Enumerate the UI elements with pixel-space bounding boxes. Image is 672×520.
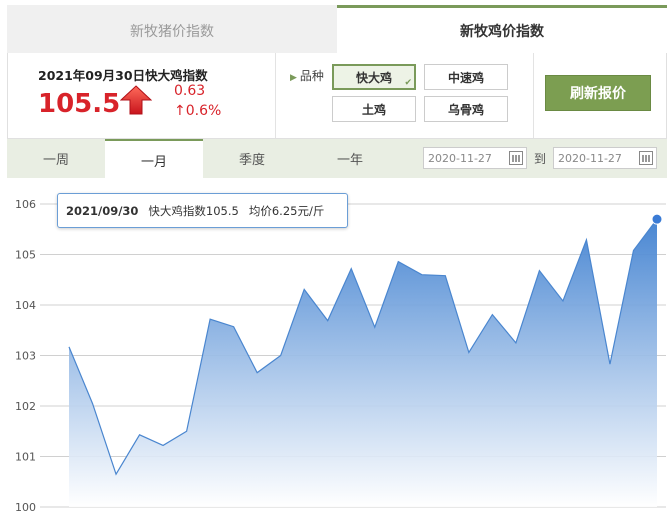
tab-chicken-index[interactable]: 新牧鸡价指数	[337, 5, 667, 53]
index-value: 105.5	[38, 89, 121, 119]
tab-week[interactable]: 一周	[7, 139, 105, 178]
refresh-price-button[interactable]: 刷新报价	[545, 75, 651, 111]
start-date-input[interactable]: 2020-11-27	[423, 147, 527, 169]
tooltip-date: 2021/09/30	[66, 203, 139, 218]
triangle-right-icon: ▶	[290, 73, 297, 83]
tab-quarter[interactable]: 季度	[203, 139, 301, 178]
index-change: 0.63	[174, 83, 206, 99]
y-tick-label: 102	[15, 400, 36, 413]
variety-option-wuguji[interactable]: 乌骨鸡	[424, 96, 508, 122]
date-range-separator: 到	[534, 152, 547, 166]
up-arrow-icon	[120, 85, 152, 115]
variety-option-tuji[interactable]: 土鸡	[332, 96, 416, 122]
index-title: 2021年09月30日快大鸡指数	[38, 68, 208, 83]
y-tick-label: 101	[15, 451, 36, 464]
tab-month[interactable]: 一月	[105, 139, 203, 180]
tab-year[interactable]: 一年	[301, 139, 399, 178]
period-tabs: 一周 一月 季度 一年 2020-11-27 到 2020-11-27	[7, 139, 667, 180]
index-tabs: 新牧猪价指数 新牧鸡价指数	[7, 5, 667, 53]
tooltip-price: 均价6.25元/斤	[248, 203, 325, 218]
tooltip-index: 快大鸡指数105.5	[148, 203, 239, 218]
calendar-icon[interactable]	[509, 151, 523, 165]
y-tick-label: 105	[15, 249, 36, 262]
y-tick-label: 100	[15, 501, 36, 514]
data-point-highlight	[651, 213, 663, 225]
index-change-percent: ↑0.6%	[174, 103, 222, 119]
variety-option-kuaidaji[interactable]: 快大鸡 ✔	[332, 64, 416, 90]
chart-tooltip: 2021/09/30 快大鸡指数105.5 均价6.25元/斤	[57, 193, 348, 228]
check-icon: ✔	[404, 78, 412, 88]
variety-label: ▶ 品种	[290, 69, 324, 83]
y-tick-label: 103	[15, 350, 36, 363]
calendar-icon[interactable]	[639, 151, 653, 165]
series-area	[69, 219, 657, 507]
divider	[533, 53, 534, 138]
index-area-chart: 100 101 102 103 104 105 106	[15, 198, 666, 514]
y-tick-label: 106	[15, 198, 36, 211]
tab-pig-index[interactable]: 新牧猪价指数	[7, 5, 337, 53]
variety-option-zhongsuji[interactable]: 中速鸡	[424, 64, 508, 90]
index-summary: 2021年09月30日快大鸡指数 105.5 0.63 ↑0.6%	[8, 53, 276, 138]
index-info-panel: 2021年09月30日快大鸡指数 105.5 0.63 ↑0.6% ▶ 品种 快大…	[7, 53, 667, 139]
y-tick-label: 104	[15, 299, 36, 312]
end-date-input[interactable]: 2020-11-27	[553, 147, 657, 169]
